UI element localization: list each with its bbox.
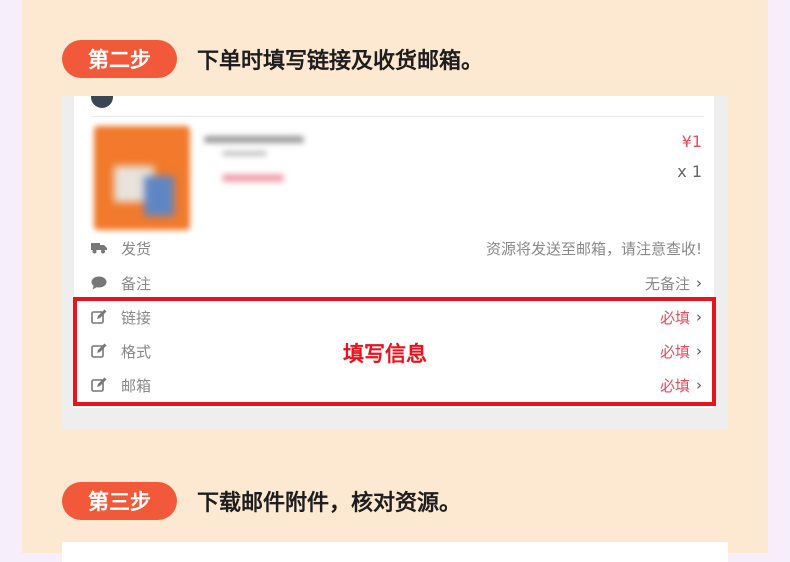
blurred-product-spec [222,151,267,156]
step-description: 下载邮件附件，核对资源。 [197,491,462,516]
step-three-header: 第三步 下载邮件附件，核对资源。 [62,482,461,520]
blurred-product-title [204,136,304,143]
row-label: 备注 [121,274,152,293]
shipping-note: 资源将发送至邮箱，请注意查收! [485,239,702,258]
row-label: 发货 [121,239,152,258]
row-value: 无备注 › [645,273,702,294]
item-quantity: x 1 [677,162,702,181]
remark-value: 无备注 [644,274,690,293]
row-value: 资源将发送至邮箱，请注意查收! [486,238,702,259]
chevron-right-icon: › [696,274,702,292]
next-screenshot-edge [62,542,728,562]
row-remark[interactable]: 备注 无备注 › [91,271,702,295]
step-badge: 第二步 [62,40,177,78]
item-price: ¥1 [681,132,702,151]
content-panel: 第二步 下单时填写链接及收货邮箱。 ¥1 x 1 发货 资源将发送至邮箱，请注意… [22,0,768,562]
shop-avatar [91,96,113,108]
row-shipping: 发货 资源将发送至邮箱，请注意查收! [91,236,702,260]
divider [91,116,704,117]
blurred-product-tag [222,174,284,182]
step-badge: 第三步 [62,482,177,520]
step-two-header: 第二步 下单时填写链接及收货邮箱。 [62,40,483,78]
truck-icon [91,240,107,256]
annotation-label: 填写信息 [343,342,427,366]
step-description: 下单时填写链接及收货邮箱。 [197,49,484,74]
thumbnail-detail [144,176,174,216]
speech-bubble-icon [91,275,107,291]
